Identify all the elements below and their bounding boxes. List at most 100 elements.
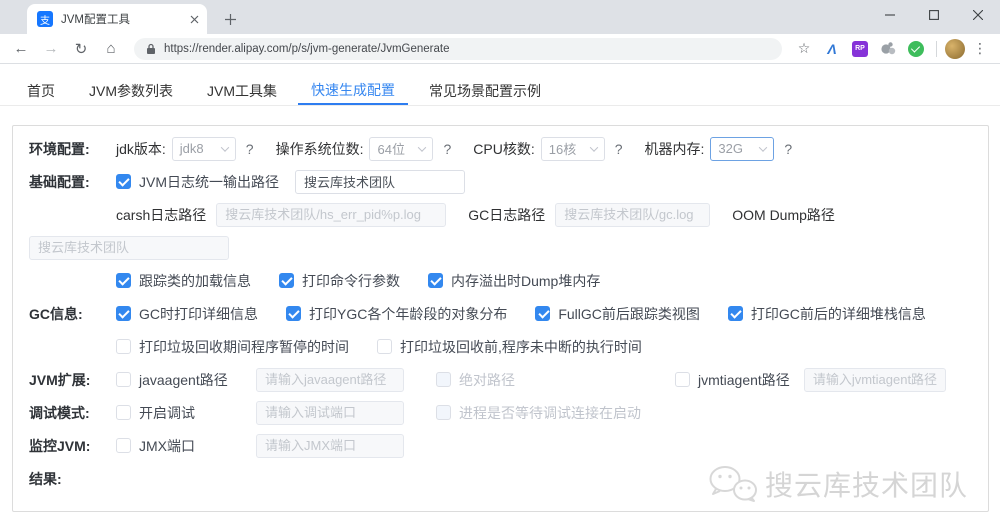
result-label: 结果: bbox=[29, 470, 62, 487]
url-text[interactable]: https://render.alipay.com/p/s/jvm-genera… bbox=[164, 43, 450, 55]
jmx-port-checkbox-item[interactable]: JMX端口 bbox=[116, 436, 256, 456]
toolbar-separator bbox=[936, 40, 937, 57]
crash-log-input bbox=[216, 202, 447, 227]
checkbox-gc-app-time[interactable] bbox=[377, 339, 392, 354]
trace-class-loading-checkbox-item[interactable]: 跟踪类的加载信息 bbox=[116, 271, 251, 291]
gc-app-time-checkbox-item[interactable]: 打印垃圾回收前,程序未中断的执行时间 bbox=[377, 337, 642, 357]
crash-log-label: carsh日志路径 bbox=[116, 206, 207, 223]
jmx-port-input bbox=[256, 433, 404, 458]
javaagent-checkbox-item[interactable]: javaagent路径 bbox=[116, 370, 256, 390]
home-icon[interactable]: ⌂ bbox=[98, 36, 124, 62]
monitor-jvm-row: 监控JVM: JMX端口 bbox=[13, 429, 988, 462]
result-row: 结果: bbox=[13, 462, 988, 495]
basic-checks-row: 跟踪类的加载信息 打印命令行参数 内存溢出时Dump堆内存 bbox=[13, 264, 988, 297]
paw-extension-icon[interactable] bbox=[876, 36, 900, 62]
basic-config-row: 基础配置: JVM日志统一输出路径 bbox=[13, 165, 988, 198]
jdk-help-icon[interactable]: ? bbox=[246, 141, 254, 157]
tab-close-icon[interactable] bbox=[190, 15, 199, 24]
gc-info-row: GC信息: GC时打印详细信息 打印YGC各个年龄段的对象分布 FullGC前后… bbox=[13, 297, 988, 330]
log-paths-row: carsh日志路径 GC日志路径 OOM Dump路径 bbox=[13, 198, 988, 231]
checkbox-ygc-age[interactable] bbox=[286, 306, 301, 321]
checkbox-print-cmdline[interactable] bbox=[279, 273, 294, 288]
profile-avatar[interactable] bbox=[945, 38, 965, 59]
checkbox-debug-wait bbox=[436, 405, 451, 420]
chrome-menu-icon[interactable]: ⋮ bbox=[969, 40, 991, 57]
oom-dump-label: OOM Dump路径 bbox=[732, 206, 835, 223]
page-nav: 首页 JVM参数列表 JVM工具集 快速生成配置 常见场景配置示例 bbox=[0, 76, 1000, 106]
forward-icon[interactable]: → bbox=[38, 36, 64, 62]
cpu-help-icon[interactable]: ? bbox=[615, 141, 623, 157]
enable-debug-checkbox-item[interactable]: 开启调试 bbox=[116, 403, 256, 423]
jvmtiagent-checkbox-item[interactable]: jvmtiagent路径 bbox=[675, 370, 790, 390]
jdk-version-select[interactable]: jdk8 bbox=[171, 136, 236, 161]
browser-toolbar: ← → ↻ ⌂ https://render.alipay.com/p/s/jv… bbox=[0, 34, 1000, 64]
back-icon[interactable]: ← bbox=[8, 36, 34, 62]
new-tab-button[interactable] bbox=[217, 6, 243, 32]
checkbox-javaagent[interactable] bbox=[116, 372, 131, 387]
green-check-extension-icon[interactable] bbox=[904, 36, 928, 62]
cpu-cores-select[interactable]: 16核 bbox=[540, 136, 605, 161]
nav-item-examples[interactable]: 常见场景配置示例 bbox=[429, 76, 541, 105]
ygc-age-checkbox-item[interactable]: 打印YGC各个年龄段的对象分布 bbox=[286, 304, 507, 324]
env-config-label: 环境配置: bbox=[29, 140, 90, 157]
cpu-cores-label: CPU核数: bbox=[473, 140, 535, 157]
address-bar[interactable]: https://render.alipay.com/p/s/jvm-genera… bbox=[134, 37, 782, 60]
print-cmdline-checkbox-item[interactable]: 打印命令行参数 bbox=[279, 271, 400, 291]
checkbox-gc-detail[interactable] bbox=[116, 306, 131, 321]
browser-titlebar: 支 JVM配置工具 bbox=[0, 0, 1000, 34]
lock-icon bbox=[146, 43, 156, 55]
os-help-icon[interactable]: ? bbox=[443, 141, 451, 157]
env-config-row: 环境配置: jdk版本: jdk8 ? 操作系统位数: 64位 ? CPU核数:… bbox=[13, 132, 988, 165]
os-bits-select[interactable]: 64位 bbox=[369, 136, 434, 161]
gc-pause-time-checkbox-item[interactable]: 打印垃圾回收期间程序暂停的时间 bbox=[116, 337, 349, 357]
javaagent-path-input bbox=[256, 367, 404, 392]
checkbox-log-path[interactable] bbox=[116, 174, 131, 189]
nav-item-home[interactable]: 首页 bbox=[27, 76, 55, 105]
gc-log-input bbox=[555, 202, 711, 227]
tab-title: JVM配置工具 bbox=[61, 14, 130, 26]
checkbox-gc-stack[interactable] bbox=[727, 306, 743, 321]
window-close-button[interactable] bbox=[956, 0, 1000, 30]
checkbox-trace-class-loading[interactable] bbox=[116, 273, 131, 288]
checkbox-fullgc-trace[interactable] bbox=[535, 306, 551, 321]
debug-mode-row: 调试模式: 开启调试 进程是否等待调试连接在启动 bbox=[13, 396, 988, 429]
checkbox-oom-heapdump[interactable] bbox=[428, 273, 443, 288]
checkbox-jvmtiagent[interactable] bbox=[675, 372, 690, 387]
checkbox-enable-debug[interactable] bbox=[116, 405, 131, 420]
chevron-down-icon bbox=[418, 142, 427, 152]
gc-detail-checkbox-item[interactable]: GC时打印详细信息 bbox=[116, 304, 258, 324]
nav-item-quick-generate[interactable]: 快速生成配置 bbox=[298, 76, 408, 105]
memory-label: 机器内存: bbox=[644, 140, 705, 157]
window-maximize-button[interactable] bbox=[912, 0, 956, 30]
gc-stack-checkbox-item[interactable]: 打印GC前后的详细堆栈信息 bbox=[727, 304, 926, 324]
nav-item-jvm-tools[interactable]: JVM工具集 bbox=[207, 76, 277, 105]
gc-info-label: GC信息: bbox=[29, 305, 83, 322]
rp-extension-icon[interactable]: RP bbox=[848, 36, 872, 62]
browser-tab[interactable]: 支 JVM配置工具 bbox=[27, 4, 207, 34]
debug-port-input bbox=[256, 400, 404, 425]
chevron-down-icon bbox=[589, 142, 598, 152]
checkbox-jmx-port[interactable] bbox=[116, 438, 131, 453]
absolute-path-checkbox-item: 绝对路径 bbox=[436, 370, 515, 390]
fullgc-trace-checkbox-item[interactable]: FullGC前后跟踪类视图 bbox=[535, 304, 700, 324]
debug-wait-checkbox-item: 进程是否等待调试连接在启动 bbox=[436, 403, 641, 423]
alipay-favicon-icon: 支 bbox=[37, 11, 53, 27]
oom-heapdump-checkbox-item[interactable]: 内存溢出时Dump堆内存 bbox=[428, 271, 600, 291]
nav-item-jvm-params[interactable]: JVM参数列表 bbox=[89, 76, 173, 105]
debug-mode-label: 调试模式: bbox=[29, 404, 90, 421]
bookmark-star-icon[interactable]: ☆ bbox=[792, 40, 816, 57]
axure-extension-icon[interactable]: Λ bbox=[820, 36, 844, 62]
jvmtiagent-path-input bbox=[803, 367, 946, 392]
reload-icon[interactable]: ↻ bbox=[68, 36, 94, 62]
checkbox-gc-pause-time[interactable] bbox=[116, 339, 131, 354]
window-minimize-button[interactable] bbox=[868, 0, 912, 30]
os-bits-label: 操作系统位数: bbox=[275, 140, 364, 157]
memory-help-icon[interactable]: ? bbox=[784, 141, 792, 157]
monitor-jvm-label: 监控JVM: bbox=[29, 437, 91, 454]
log-path-input[interactable] bbox=[295, 169, 465, 194]
memory-select[interactable]: 32G bbox=[710, 136, 775, 161]
log-path-checkbox-item[interactable]: JVM日志统一输出路径 bbox=[116, 172, 279, 192]
oom-dump-input bbox=[29, 235, 229, 260]
checkbox-absolute-path bbox=[436, 372, 451, 387]
window-controls bbox=[868, 0, 1000, 30]
